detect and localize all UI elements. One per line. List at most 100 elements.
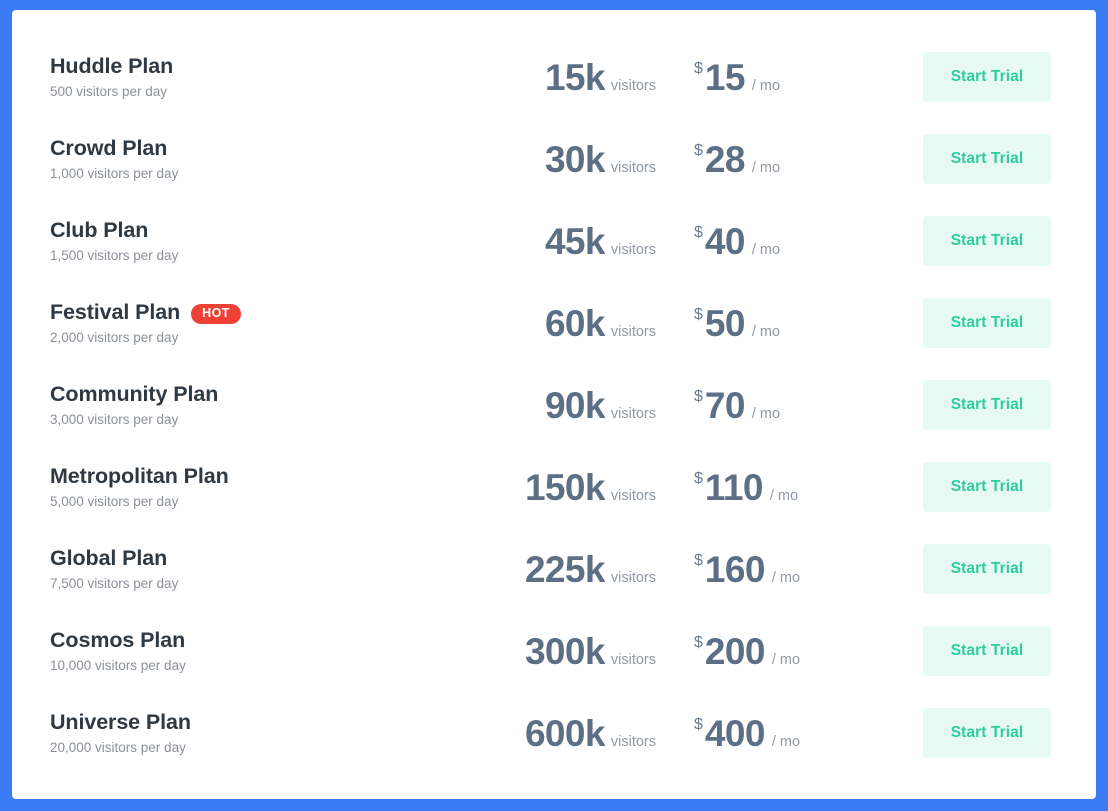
plan-action: Start Trial	[906, 708, 1096, 758]
plan-price: $50 / mo	[656, 305, 906, 342]
plan-visitors: 30k visitors	[444, 141, 656, 178]
plan-action: Start Trial	[906, 380, 1096, 430]
price-value: 40	[704, 220, 746, 262]
currency-symbol: $	[694, 59, 703, 77]
visitors-label: visitors	[610, 241, 656, 258]
start-trial-button[interactable]: Start Trial	[923, 52, 1051, 102]
plan-row: Universe Plan 20,000 visitors per day 600k…	[12, 692, 1096, 774]
plan-title-line: Global Plan	[50, 546, 444, 571]
plan-title-line: Metropolitan Plan	[50, 464, 444, 489]
plan-name: Metropolitan Plan	[50, 464, 229, 489]
currency-symbol: $	[694, 141, 703, 159]
plan-info: Community Plan 3,000 visitors per day	[12, 382, 444, 428]
currency-symbol: $	[694, 469, 703, 487]
plan-subtitle: 2,000 visitors per day	[50, 329, 179, 345]
currency-symbol: $	[694, 223, 703, 241]
price-value: 50	[704, 302, 746, 344]
plan-row: Community Plan 3,000 visitors per day 90k v…	[12, 364, 1096, 446]
plan-action: Start Trial	[906, 216, 1096, 266]
visitors-value: 60k	[544, 302, 606, 344]
plan-visitors: 15k visitors	[444, 59, 656, 96]
plan-title-line: Crowd Plan	[50, 136, 444, 161]
plan-row: Crowd Plan 1,000 visitors per day 30k visit…	[12, 118, 1096, 200]
plan-visitors: 90k visitors	[444, 387, 656, 424]
start-trial-button[interactable]: Start Trial	[923, 626, 1051, 676]
plan-info: Universe Plan 20,000 visitors per day	[12, 710, 444, 756]
visitors-label: visitors	[610, 651, 656, 668]
plan-price: $400 / mo	[656, 715, 906, 752]
price-period: / mo	[771, 733, 801, 750]
plan-subtitle: 10,000 visitors per day	[50, 657, 186, 673]
plan-subtitle: 500 visitors per day	[50, 83, 168, 99]
plan-visitors: 600k visitors	[444, 715, 656, 752]
start-trial-button[interactable]: Start Trial	[923, 134, 1051, 184]
plan-row: Club Plan 1,500 visitors per day 45k visito…	[12, 200, 1096, 282]
price-period: / mo	[751, 405, 781, 422]
plan-info: Festival Plan HOT 2,000 visitors per day	[12, 300, 444, 346]
start-trial-button[interactable]: Start Trial	[923, 216, 1051, 266]
price-period: / mo	[751, 77, 781, 94]
plan-price: $40 / mo	[656, 223, 906, 260]
currency-symbol: $	[694, 715, 703, 733]
plan-name: Huddle Plan	[50, 54, 174, 79]
plan-action: Start Trial	[906, 626, 1096, 676]
start-trial-button[interactable]: Start Trial	[923, 544, 1051, 594]
plan-action: Start Trial	[906, 544, 1096, 594]
plan-price: $110 / mo	[656, 469, 906, 506]
plan-name: Universe Plan	[50, 710, 191, 735]
plan-info: Cosmos Plan 10,000 visitors per day	[12, 628, 444, 674]
plan-price: $15 / mo	[656, 59, 906, 96]
plan-action: Start Trial	[906, 298, 1096, 348]
plan-visitors: 300k visitors	[444, 633, 656, 670]
plan-row: Festival Plan HOT 2,000 visitors per day 60…	[12, 282, 1096, 364]
plan-title-line: Cosmos Plan	[50, 628, 444, 653]
visitors-label: visitors	[610, 733, 656, 750]
plan-name: Club Plan	[50, 218, 149, 243]
start-trial-button[interactable]: Start Trial	[923, 298, 1051, 348]
plan-price: $200 / mo	[656, 633, 906, 670]
visitors-value: 90k	[544, 384, 606, 426]
visitors-label: visitors	[610, 159, 656, 176]
plan-title-line: Huddle Plan	[50, 54, 444, 79]
visitors-label: visitors	[610, 405, 656, 422]
plan-action: Start Trial	[906, 134, 1096, 184]
plan-subtitle: 7,500 visitors per day	[50, 575, 179, 591]
price-period: / mo	[751, 159, 781, 176]
visitors-value: 45k	[544, 220, 606, 262]
plan-price: $28 / mo	[656, 141, 906, 178]
pricing-page-frame: Huddle Plan 500 visitors per day 15k visito…	[0, 0, 1108, 811]
currency-symbol: $	[694, 551, 703, 569]
plan-visitors: 60k visitors	[444, 305, 656, 342]
plan-name: Community Plan	[50, 382, 219, 407]
start-trial-button[interactable]: Start Trial	[923, 462, 1051, 512]
price-period: / mo	[751, 241, 781, 258]
currency-symbol: $	[694, 387, 703, 405]
plan-title-line: Universe Plan	[50, 710, 444, 735]
plan-name: Cosmos Plan	[50, 628, 186, 653]
start-trial-button[interactable]: Start Trial	[923, 708, 1051, 758]
plan-row: Global Plan 7,500 visitors per day 225k vis…	[12, 528, 1096, 610]
price-value: 200	[704, 630, 766, 672]
visitors-label: visitors	[610, 487, 656, 504]
start-trial-button[interactable]: Start Trial	[923, 380, 1051, 430]
price-value: 400	[704, 712, 766, 754]
plan-visitors: 150k visitors	[444, 469, 656, 506]
plan-name: Global Plan	[50, 546, 168, 571]
plan-info: Global Plan 7,500 visitors per day	[12, 546, 444, 592]
plan-row: Cosmos Plan 10,000 visitors per day 300k vi…	[12, 610, 1096, 692]
price-period: / mo	[771, 651, 801, 668]
price-value: 70	[704, 384, 746, 426]
plan-subtitle: 5,000 visitors per day	[50, 493, 179, 509]
plan-info: Club Plan 1,500 visitors per day	[12, 218, 444, 264]
plan-visitors: 225k visitors	[444, 551, 656, 588]
price-value: 15	[704, 56, 746, 98]
visitors-label: visitors	[610, 323, 656, 340]
plan-info: Crowd Plan 1,000 visitors per day	[12, 136, 444, 182]
price-value: 28	[704, 138, 746, 180]
plan-name: Crowd Plan	[50, 136, 168, 161]
plan-price: $70 / mo	[656, 387, 906, 424]
plan-title-line: Festival Plan HOT	[50, 300, 444, 325]
plan-row: Huddle Plan 500 visitors per day 15k visito…	[12, 36, 1096, 118]
plan-name: Festival Plan	[50, 300, 181, 325]
plan-subtitle: 20,000 visitors per day	[50, 739, 186, 755]
